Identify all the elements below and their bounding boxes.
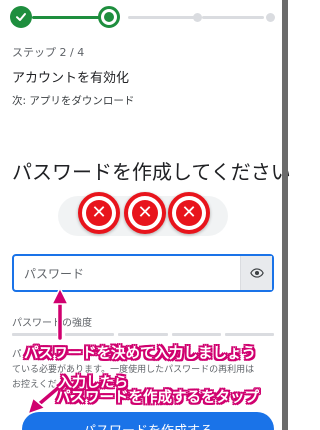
stepper-line-done: [32, 16, 100, 19]
step-2-current: [98, 6, 120, 28]
eye-icon: [249, 268, 264, 278]
show-password-button[interactable]: [240, 256, 272, 290]
annotation-enter-password: パスワードを決めて入力しましょう: [24, 346, 256, 362]
stepper-line-todo: [128, 16, 196, 19]
arrow-to-password-field: [50, 286, 70, 341]
progress-stepper: [10, 6, 275, 28]
step-4: [266, 13, 275, 22]
password-field[interactable]: [12, 254, 274, 292]
step-3: [193, 13, 202, 22]
page-title: パスワードを作成してください: [12, 160, 291, 184]
annotation-tap-create: パスワードを作成するをタップ: [56, 390, 259, 406]
step-title: アカウントを有効化: [12, 71, 130, 86]
password-strength-label: パスワードの強度: [12, 318, 92, 329]
arrow-to-create-button: [26, 385, 61, 416]
password-input[interactable]: [24, 264, 224, 284]
stepper-line-todo: [202, 16, 264, 19]
red-x-mark-icon: ✕: [168, 192, 210, 234]
help-text-line-3: お控えくだ: [12, 380, 57, 390]
step-count: ステップ 2 / 4: [12, 46, 85, 59]
strength-bar: [224, 333, 275, 336]
check-icon: [16, 13, 26, 21]
create-password-button[interactable]: パスワードを作成する: [22, 412, 274, 430]
help-text-line-1: パ: [12, 349, 22, 360]
red-x-mark-icon: ✕: [124, 192, 166, 234]
next-step-text: 次: アプリをダウンロード: [12, 95, 135, 107]
strength-bar: [171, 333, 221, 336]
strength-bar: [12, 333, 62, 336]
help-text-line-2: ている必要があります。一度使用したパスワードの再利用は: [12, 365, 255, 375]
step-1-done: [10, 6, 32, 28]
red-x-mark-icon: ✕: [78, 192, 120, 234]
strength-bar: [118, 333, 168, 336]
password-strength-meter: [12, 333, 275, 336]
screen-edge: [282, 0, 288, 430]
strength-bar: [65, 333, 115, 336]
